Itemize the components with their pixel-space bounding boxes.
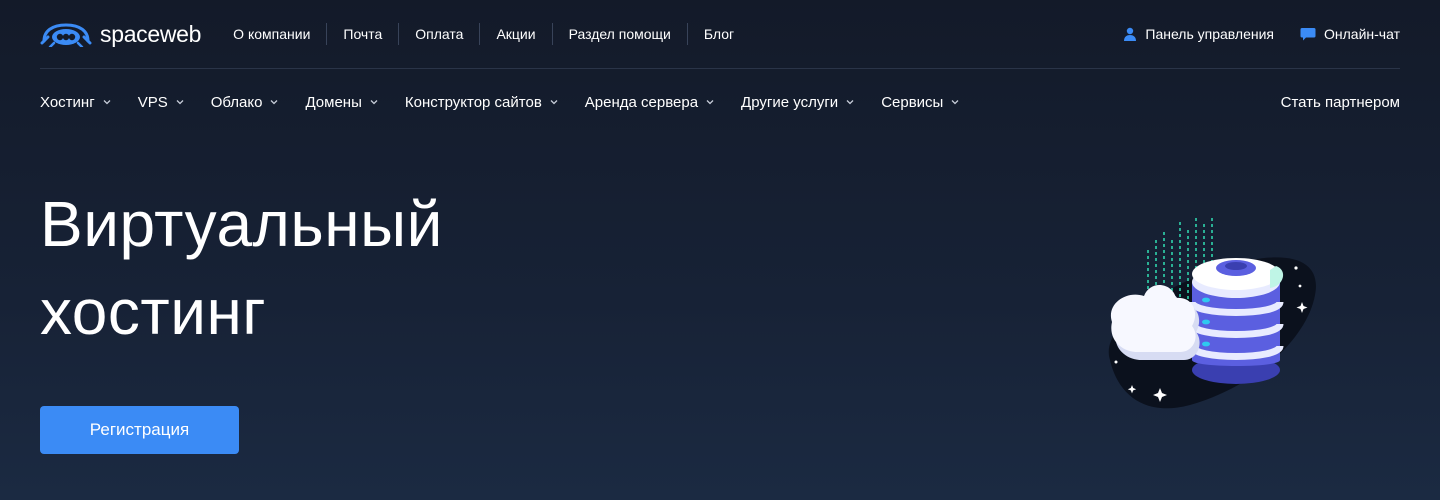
brand-logo[interactable]: spaceweb: [40, 21, 201, 48]
chevron-down-icon: [176, 100, 184, 105]
brand-name: spaceweb: [100, 20, 202, 47]
chat-bubble-icon: [1300, 28, 1316, 41]
main-nav-item-vps[interactable]: VPS: [138, 94, 184, 111]
top-nav-item-payment[interactable]: Оплата: [398, 23, 479, 45]
register-button[interactable]: Регистрация: [40, 406, 239, 454]
chevron-down-icon: [370, 100, 378, 105]
online-chat-link[interactable]: Онлайн-чат: [1300, 26, 1400, 42]
top-bar: spaceweb О компании Почта Оплата Акции Р…: [40, 0, 1400, 69]
top-nav-item-about[interactable]: О компании: [223, 23, 326, 45]
chevron-down-icon: [550, 100, 558, 105]
top-nav-item-mail[interactable]: Почта: [326, 23, 398, 45]
server-cloud-illustration: [1108, 218, 1316, 409]
top-nav: О компании Почта Оплата Акции Раздел пом…: [223, 23, 750, 45]
become-partner-link[interactable]: Стать партнером: [1281, 94, 1400, 111]
chevron-down-icon: [706, 100, 714, 105]
top-right-links: Панель управления Онлайн-чат: [1123, 26, 1400, 42]
main-nav-item-hosting[interactable]: Хостинг: [40, 94, 111, 111]
main-nav-item-other-services[interactable]: Другие услуги: [741, 94, 854, 111]
chevron-down-icon: [271, 100, 278, 105]
hero-title-line-1: Виртуальный: [40, 188, 443, 260]
chevron-down-icon: [846, 100, 854, 105]
main-nav: Хостинг VPS Облако Домены Конструктор са…: [40, 69, 1400, 135]
main-nav-label: Сервисы: [881, 93, 944, 111]
top-nav-item-blog[interactable]: Блог: [686, 23, 750, 45]
online-chat-label: Онлайн-чат: [1324, 26, 1400, 42]
chevron-down-icon: [103, 100, 111, 105]
main-nav-label: Хостинг: [40, 93, 95, 111]
main-nav-label: Облако: [210, 93, 263, 111]
chevron-down-icon: [951, 100, 959, 105]
control-panel-label: Панель управления: [1145, 26, 1275, 42]
main-nav-item-services[interactable]: Сервисы: [881, 94, 959, 111]
hero-title: Виртуальный хостинг: [40, 180, 640, 356]
main-nav-label: Домены: [305, 93, 362, 111]
user-icon: [1124, 27, 1137, 41]
hero-title-line-2: хостинг: [40, 276, 267, 348]
main-nav-label: VPS: [137, 93, 168, 111]
control-panel-link[interactable]: Панель управления: [1123, 26, 1274, 42]
top-nav-item-help[interactable]: Раздел помощи: [551, 23, 687, 45]
spider-logo-icon: [40, 23, 92, 47]
main-nav-label: Аренда сервера: [584, 93, 699, 111]
main-nav-label: Другие услуги: [741, 93, 839, 111]
main-nav-item-cloud[interactable]: Облако: [211, 94, 279, 111]
main-nav-label: Конструктор сайтов: [404, 93, 542, 111]
database-stack-icon: [1188, 258, 1284, 384]
main-nav-item-site-builder[interactable]: Конструктор сайтов: [405, 94, 558, 111]
main-nav-item-domains[interactable]: Домены: [305, 93, 378, 111]
main-nav-item-server-rental[interactable]: Аренда сервера: [585, 94, 714, 111]
top-nav-item-promotions[interactable]: Акции: [479, 23, 551, 45]
